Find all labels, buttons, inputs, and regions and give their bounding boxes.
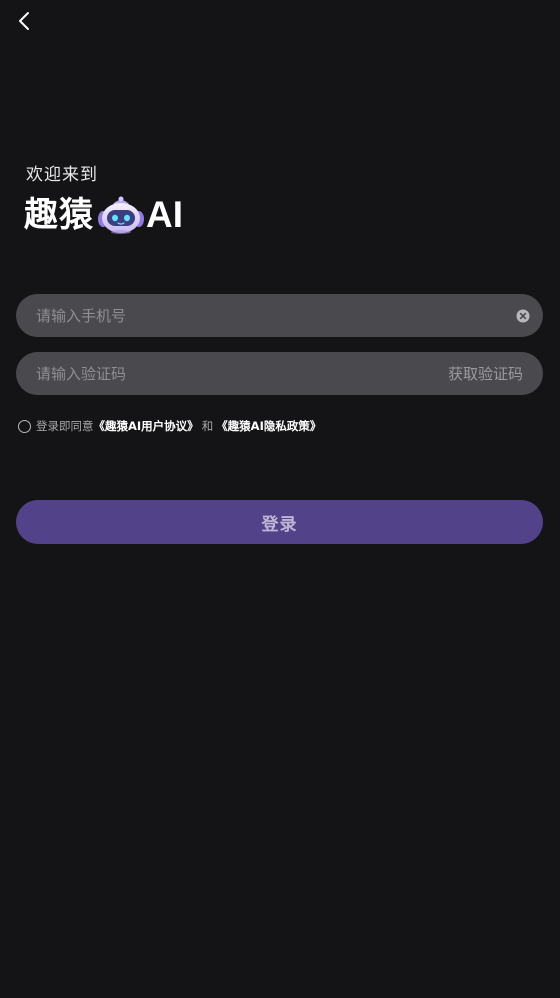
brand-name-ai: AI <box>146 194 183 235</box>
robot-mascot-icon <box>98 196 144 234</box>
back-button[interactable] <box>12 8 36 34</box>
agreement-row: 登录即同意 《趣猿AI用户协议》 和 《趣猿AI隐私政策》 <box>18 418 321 434</box>
agreement-checkbox[interactable] <box>18 419 31 433</box>
verification-code-field: 获取验证码 <box>16 352 543 395</box>
privacy-policy-link[interactable]: 《趣猿AI隐私政策》 <box>216 418 321 434</box>
brand-logo: 趣猿 AI <box>24 193 183 237</box>
brand-name-cn: 趣猿 <box>24 195 94 235</box>
welcome-greeting: 欢迎来到 <box>26 165 98 185</box>
agreement-and: 和 <box>201 419 214 433</box>
login-button[interactable]: 登录 <box>16 500 543 544</box>
chevron-left-icon <box>19 12 29 30</box>
phone-field <box>16 294 543 337</box>
clear-circle-icon[interactable] <box>516 309 530 323</box>
agreement-prefix: 登录即同意 <box>36 419 94 433</box>
get-code-button[interactable]: 获取验证码 <box>448 363 523 384</box>
verification-code-input[interactable] <box>36 352 448 395</box>
user-agreement-link[interactable]: 《趣猿AI用户协议》 <box>94 418 199 434</box>
phone-input[interactable] <box>36 294 508 337</box>
